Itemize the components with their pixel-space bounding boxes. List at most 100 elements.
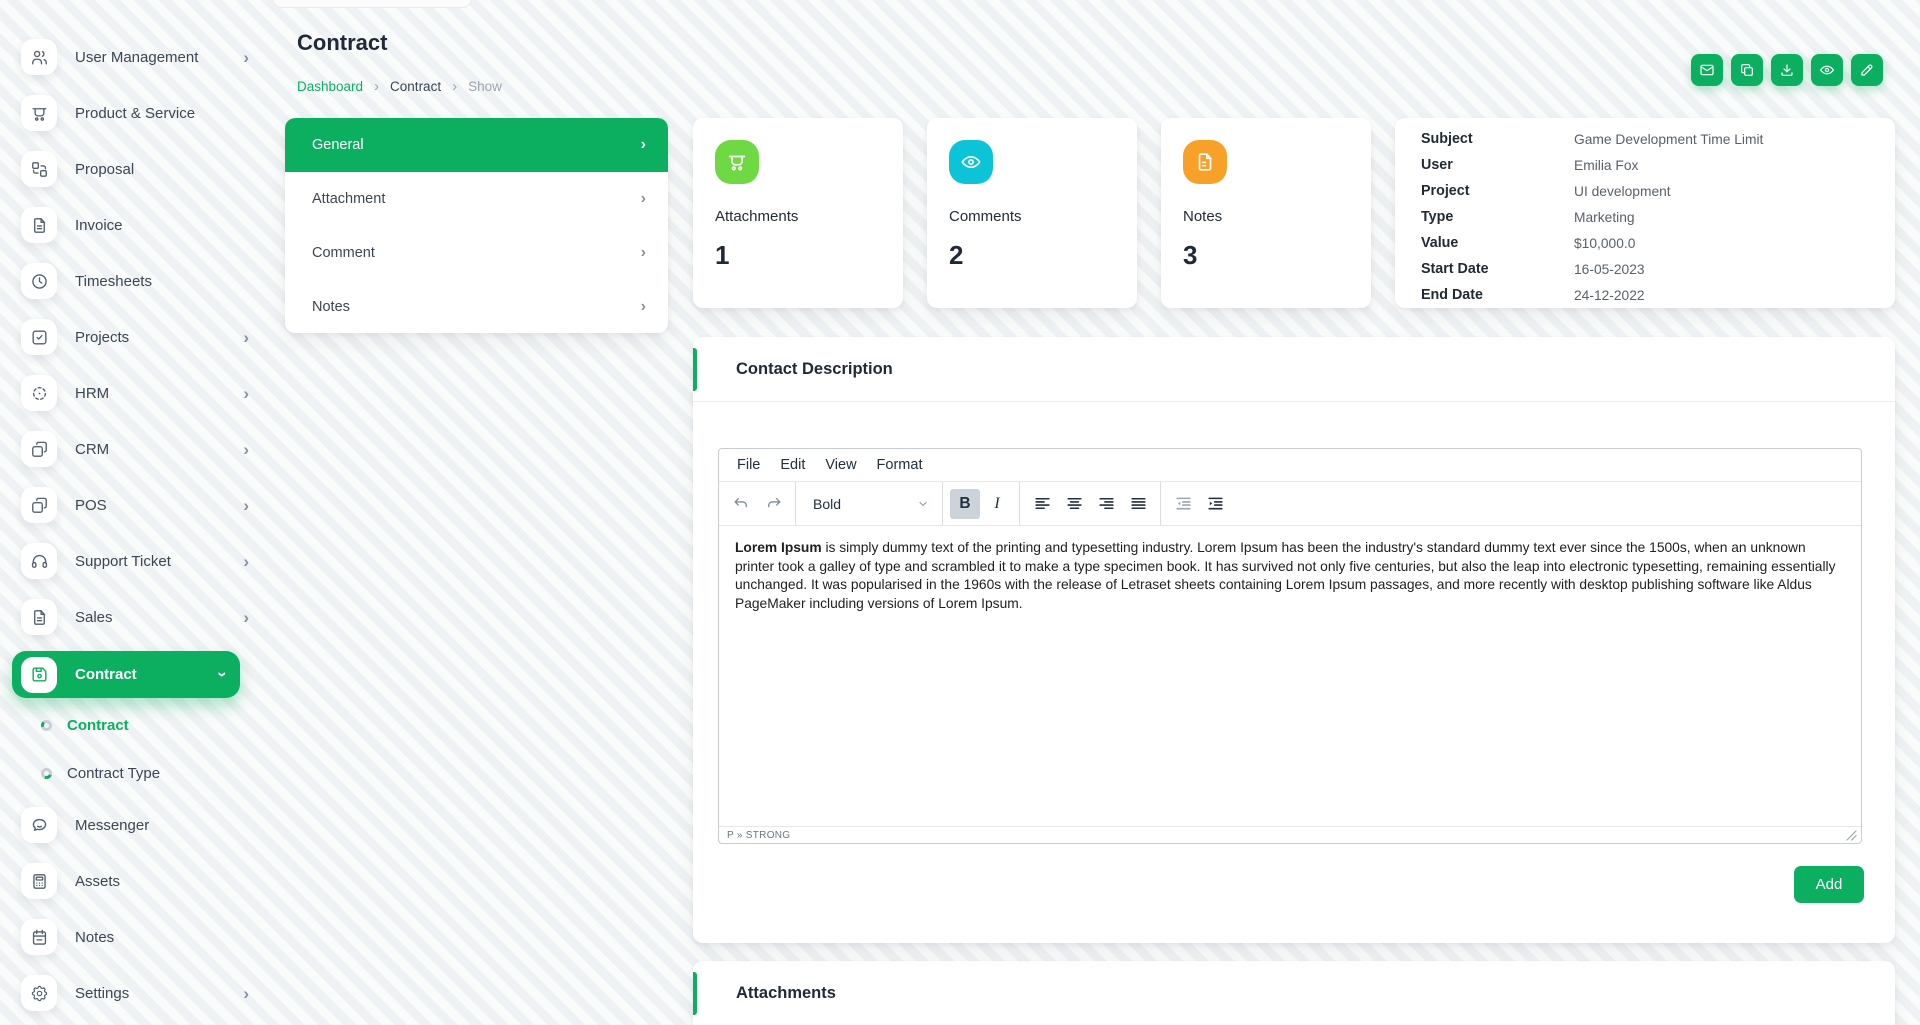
tab-attachment[interactable]: Attachment › <box>285 172 668 226</box>
detail-row: User Emilia Fox <box>1421 152 1869 178</box>
edit-button[interactable] <box>1851 54 1883 86</box>
undo-button[interactable] <box>726 489 756 519</box>
contact-description-card: Contact Description File Edit View Forma… <box>693 337 1895 943</box>
tab-notes[interactable]: Notes › <box>285 280 668 333</box>
tab-comment[interactable]: Comment › <box>285 226 668 280</box>
add-button[interactable]: Add <box>1794 866 1864 903</box>
calendar-icon <box>21 919 57 955</box>
stat-card-attachments: Attachments 1 <box>693 118 903 308</box>
file-invoice-icon <box>21 599 57 635</box>
redo-button[interactable] <box>758 489 788 519</box>
element-path: P » STRONG <box>727 830 790 841</box>
indent-button[interactable] <box>1200 489 1230 519</box>
sidebar-item-support-ticket[interactable]: Support Ticket › <box>0 533 265 589</box>
stat-label: Notes <box>1183 208 1349 225</box>
italic-button[interactable]: I <box>982 489 1012 519</box>
chevron-right-icon: › <box>641 137 646 153</box>
sidebar-item-label: Timesheets <box>75 273 249 290</box>
align-right-button[interactable] <box>1091 489 1121 519</box>
stat-label: Attachments <box>715 208 881 225</box>
sidebar-item-user-management[interactable]: User Management › <box>0 29 265 85</box>
detail-row: Start Date 16-05-2023 <box>1421 256 1869 282</box>
editor-statusbar: P » STRONG <box>719 826 1861 843</box>
cart-icon <box>715 140 759 184</box>
breadcrumb-contract[interactable]: Contract <box>390 79 441 94</box>
detail-value: Emilia Fox <box>1574 158 1638 173</box>
stat-value: 2 <box>949 240 1115 271</box>
sidebar-item-sales[interactable]: Sales › <box>0 589 265 645</box>
accent-bar <box>693 348 697 391</box>
outdent-button[interactable] <box>1168 489 1198 519</box>
align-justify-icon <box>1129 494 1148 513</box>
align-left-button[interactable] <box>1027 489 1057 519</box>
menu-file[interactable]: File <box>727 453 770 477</box>
sidebar-item-assets[interactable]: Assets <box>0 853 265 909</box>
detail-label: Type <box>1421 209 1574 225</box>
align-right-icon <box>1097 494 1116 513</box>
stat-label: Comments <box>949 208 1115 225</box>
page-header: Contract Dashboard › Contract › Show <box>285 0 1895 98</box>
editor-content-area[interactable]: Lorem Ipsum is simply dummy text of the … <box>719 526 1861 826</box>
detail-row: Value $10,000.0 <box>1421 230 1869 256</box>
tab-label: Notes <box>312 299 350 315</box>
calculator-icon <box>21 863 57 899</box>
sidebar-subitem-contract[interactable]: Contract <box>0 701 265 749</box>
breadcrumb-dashboard-link[interactable]: Dashboard <box>297 79 363 94</box>
chevron-right-icon: › <box>641 191 646 207</box>
sidebar-item-timesheets[interactable]: Timesheets <box>0 253 265 309</box>
tab-label: General <box>312 137 364 153</box>
menu-view[interactable]: View <box>815 453 866 477</box>
stats-row: Attachments 1 Comments 2 Notes 3 <box>693 118 1895 308</box>
detail-label: End Date <box>1421 287 1574 303</box>
tab-label: Attachment <box>312 191 385 207</box>
sidebar-item-label: HRM <box>75 385 243 402</box>
detail-row: Type Marketing <box>1421 204 1869 230</box>
sidebar-item-invoice[interactable]: Invoice <box>0 197 265 253</box>
detail-value: 16-05-2023 <box>1574 262 1645 277</box>
sidebar-item-projects[interactable]: Projects › <box>0 309 265 365</box>
sidebar-item-label: Invoice <box>75 217 249 234</box>
editor-menubar: File Edit View Format <box>719 449 1861 482</box>
chevron-right-icon: › <box>641 299 646 315</box>
format-dropdown[interactable]: Bold <box>803 489 935 519</box>
sidebar-item-label: Proposal <box>75 161 249 178</box>
sidebar-item-pos[interactable]: POS › <box>0 477 265 533</box>
chevron-right-icon: › <box>641 245 646 261</box>
menu-edit[interactable]: Edit <box>770 453 815 477</box>
tab-general[interactable]: General › <box>285 118 668 172</box>
ring-bullet-icon <box>41 768 52 779</box>
sidebar-item-label: User Management <box>75 49 243 66</box>
resize-grip-icon[interactable] <box>1846 830 1857 841</box>
overlap-squares-icon <box>21 487 57 523</box>
sidebar: User Management › Product & Service Prop… <box>0 0 265 1025</box>
sidebar-item-label: Sales <box>75 609 243 626</box>
menu-format[interactable]: Format <box>867 453 933 477</box>
sidebar-item-product-service[interactable]: Product & Service <box>0 85 265 141</box>
download-button[interactable] <box>1771 54 1803 86</box>
detail-row: End Date 24-12-2022 <box>1421 282 1869 308</box>
preview-button[interactable] <box>1811 54 1843 86</box>
editor-text: is simply dummy text of the printing and… <box>735 540 1836 611</box>
align-justify-button[interactable] <box>1123 489 1153 519</box>
align-center-button[interactable] <box>1059 489 1089 519</box>
align-center-icon <box>1065 494 1084 513</box>
sidebar-item-notes[interactable]: Notes <box>0 909 265 965</box>
send-mail-button[interactable] <box>1691 54 1723 86</box>
sidebar-item-contract[interactable]: Contract › <box>12 651 240 698</box>
sidebar-subitem-contract-type[interactable]: Contract Type <box>0 749 265 797</box>
sidebar-item-settings[interactable]: Settings › <box>0 965 265 1021</box>
sidebar-item-hrm[interactable]: HRM › <box>0 365 265 421</box>
accent-bar <box>693 972 697 1015</box>
sidebar-item-messenger[interactable]: Messenger <box>0 797 265 853</box>
duplicate-button[interactable] <box>1731 54 1763 86</box>
detail-value: Marketing <box>1574 210 1635 225</box>
editor-text-bold: Lorem Ipsum <box>735 540 822 555</box>
breadcrumb-show: Show <box>468 79 502 94</box>
detail-value: Game Development Time Limit <box>1574 132 1763 147</box>
sidebar-item-proposal[interactable]: Proposal <box>0 141 265 197</box>
sidebar-item-crm[interactable]: CRM › <box>0 421 265 477</box>
bold-button[interactable]: B <box>950 489 980 519</box>
bold-icon: B <box>959 495 970 513</box>
sidebar-item-label: Settings <box>75 985 243 1002</box>
checkbox-icon <box>21 319 57 355</box>
